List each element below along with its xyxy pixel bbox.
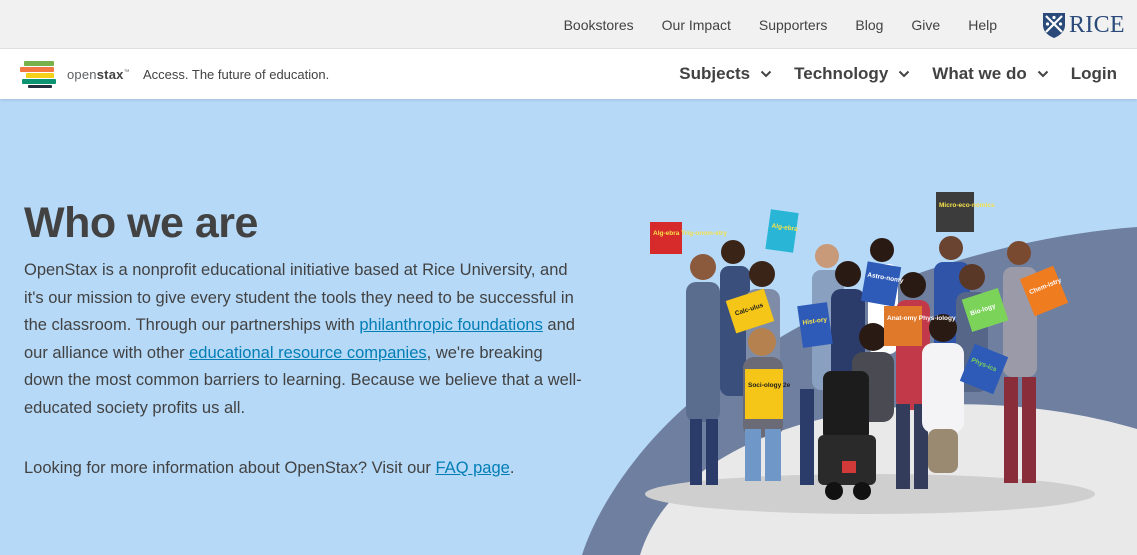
rice-wordmark: RICE [1069,11,1125,38]
nav-technology-dropdown[interactable]: Technology [794,64,910,84]
faq-page-link[interactable]: FAQ page [436,459,510,477]
book-algebra-trigonometry: Alg-ebra Trig-onom-etry [650,222,727,254]
chevron-down-icon [899,70,910,78]
utility-bar: Bookstores Our Impact Supporters Blog Gi… [0,0,1137,49]
book-algebra-trigonometry-label: Alg-ebra Trig-onom-etry [653,230,727,237]
book-algebra: Alg-ebra [765,209,799,253]
utility-link-bookstores[interactable]: Bookstores [564,17,634,33]
chevron-down-icon [760,70,772,78]
wordmark-open: open [67,67,97,82]
utility-links: Bookstores Our Impact Supporters Blog Gi… [536,0,997,49]
faq-text: Looking for more information about OpenS… [24,459,436,477]
hero-section: Alg-ebra Trig-onom-etry Alg-ebra Micro-e… [0,99,1137,555]
utility-link-blog[interactable]: Blog [855,17,883,33]
nav-what-we-do-dropdown[interactable]: What we do [932,64,1048,84]
book-history: Hist-ory [797,302,833,348]
nav-subjects-dropdown[interactable]: Subjects [679,64,772,84]
faq-end: . [509,459,515,477]
book-microeconomics: Micro-eco-nomics [936,192,995,232]
hero-description: OpenStax is a nonprofit educational init… [24,257,584,422]
hero-faq-line: Looking for more information about OpenS… [24,455,514,483]
wordmark-stax: stax [96,67,124,82]
utility-link-our-impact[interactable]: Our Impact [662,17,731,33]
chevron-down-icon [1037,70,1048,78]
login-link[interactable]: Login [1071,64,1117,84]
utility-link-help[interactable]: Help [968,17,997,33]
nav-tagline: Access. The future of education. [143,67,330,82]
nav-technology-label: Technology [794,64,889,83]
rice-shield-icon [1043,13,1065,38]
book-microeconomics-label: Micro-eco-nomics [939,202,995,209]
educational-resource-companies-link[interactable]: educational resource companies [189,344,427,362]
main-nav: openstax™ Access. The future of educatio… [0,49,1137,99]
utility-link-give[interactable]: Give [911,17,940,33]
nav-subjects-label: Subjects [679,64,751,83]
rice-logo[interactable]: RICE [1041,10,1125,40]
openstax-books-icon[interactable] [18,60,60,88]
openstax-wordmark[interactable]: openstax™ [67,67,130,82]
book-sociology-label: Soci-ology 2e [748,382,791,389]
login-label: Login [1070,64,1117,83]
book-anatomy-physiology-label: Anat-omy Phys-iology [887,315,956,322]
utility-link-supporters[interactable]: Supporters [759,17,827,33]
philanthropic-foundations-link[interactable]: philanthropic foundations [359,316,542,334]
page-title: Who we are [24,199,258,247]
nav-menu: Subjects Technology What we do Login [657,49,1117,99]
wordmark-tm: ™ [123,69,130,76]
nav-what-we-do-label: What we do [932,64,1027,83]
